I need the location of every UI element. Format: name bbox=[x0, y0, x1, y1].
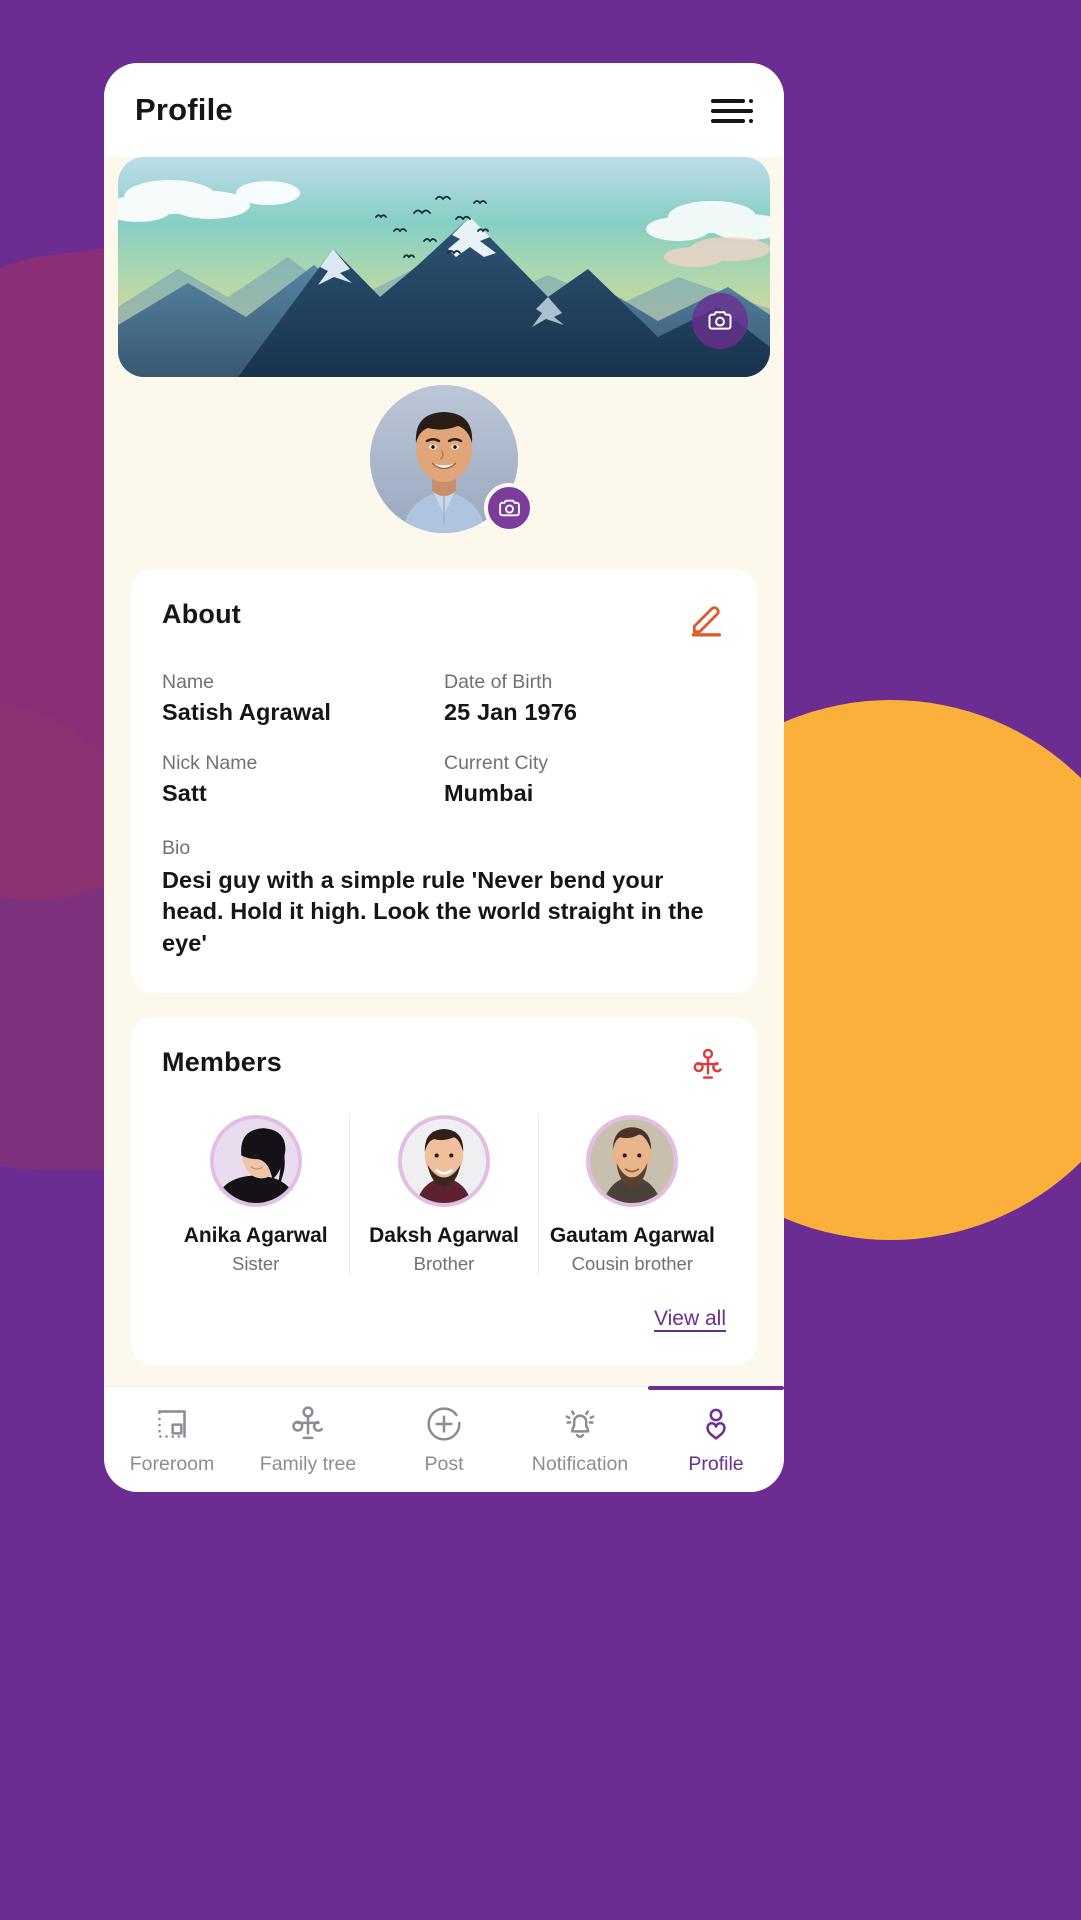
profile-avatar-container bbox=[364, 379, 534, 539]
member-name: Daksh Agarwal bbox=[369, 1223, 519, 1247]
about-field-name: Name Satish Agrawal bbox=[162, 671, 444, 726]
field-label: Name bbox=[162, 671, 215, 693]
cover-camera-button[interactable] bbox=[692, 293, 748, 349]
bottom-navigation: Foreroom Family tree Post Notification P… bbox=[104, 1386, 784, 1492]
nav-label: Notification bbox=[531, 1452, 629, 1475]
field-label: Nick Name bbox=[162, 752, 258, 774]
hamburger-menu-icon[interactable] bbox=[711, 93, 753, 127]
nav-item-profile[interactable]: Profile bbox=[648, 1386, 784, 1492]
edit-pencil-icon[interactable] bbox=[688, 599, 726, 637]
nav-label: Profile bbox=[688, 1452, 744, 1475]
cover-photo-container bbox=[118, 157, 770, 377]
profile-heart-icon bbox=[706, 1408, 726, 1440]
about-card-header: About bbox=[162, 599, 726, 637]
camera-icon bbox=[498, 499, 520, 516]
member-avatar bbox=[586, 1114, 679, 1207]
app-header: Profile bbox=[104, 63, 784, 157]
plus-circle-icon bbox=[427, 1406, 461, 1441]
nav-label: Foreroom bbox=[129, 1452, 215, 1475]
nav-item-notification[interactable]: Notification bbox=[512, 1387, 648, 1492]
field-label: Current City bbox=[444, 752, 549, 774]
nav-item-post[interactable]: Post bbox=[376, 1387, 512, 1492]
cover-photo bbox=[118, 157, 770, 377]
about-title: About bbox=[162, 599, 241, 629]
member-item[interactable]: Daksh Agarwal Brother bbox=[349, 1114, 537, 1275]
about-field-nick-name: Nick Name Satt bbox=[162, 752, 444, 807]
members-card-header: Members bbox=[162, 1047, 726, 1083]
nav-item-family-tree[interactable]: Family tree bbox=[240, 1387, 376, 1492]
about-fields-grid: Name Satish Agrawal Date of Birth 25 Jan… bbox=[162, 671, 726, 807]
nav-item-foreroom[interactable]: Foreroom bbox=[104, 1387, 240, 1492]
about-field-date-of-birth: Date of Birth 25 Jan 1976 bbox=[444, 671, 726, 726]
field-value: 25 Jan 1976 bbox=[444, 699, 578, 725]
field-label: Date of Birth bbox=[444, 671, 553, 693]
field-value: Satish Agrawal bbox=[162, 699, 331, 725]
member-name: Anika Agarwal bbox=[183, 1223, 328, 1247]
bell-icon bbox=[565, 1409, 595, 1438]
about-field-bio: Bio Desi guy with a simple rule 'Never b… bbox=[162, 837, 726, 959]
view-all-link[interactable]: View all bbox=[654, 1307, 726, 1331]
about-card: About Name Satish Agrawal Date of Birth … bbox=[131, 569, 757, 993]
page-title: Profile bbox=[135, 92, 233, 127]
member-item[interactable]: Gautam Agarwal Cousin brother bbox=[537, 1114, 726, 1275]
member-avatar bbox=[209, 1114, 302, 1207]
profile-scroll-area: About Name Satish Agrawal Date of Birth … bbox=[104, 157, 784, 1386]
phone-screen: Profile About Name Satish Agrawal Date o… bbox=[104, 63, 784, 1492]
about-field-current-city: Current City Mumbai bbox=[444, 752, 726, 807]
members-list: Anika Agarwal Sister Daksh Agarwal Broth… bbox=[162, 1114, 726, 1275]
family-tree-icon[interactable] bbox=[690, 1047, 726, 1083]
nav-label: Family tree bbox=[259, 1452, 357, 1475]
member-relation: Cousin brother bbox=[571, 1252, 693, 1274]
field-value: Mumbai bbox=[444, 780, 534, 806]
field-value: Satt bbox=[162, 780, 207, 806]
bio-value: Desi guy with a simple rule 'Never bend … bbox=[162, 867, 704, 956]
members-card: Members Anika Agarwal Sister Daksh Agarw… bbox=[131, 1016, 757, 1365]
members-title: Members bbox=[162, 1046, 282, 1077]
member-name: Gautam Agarwal bbox=[549, 1223, 715, 1247]
member-item[interactable]: Anika Agarwal Sister bbox=[162, 1114, 349, 1275]
member-avatar bbox=[397, 1114, 490, 1207]
family-tree-icon bbox=[292, 1405, 324, 1439]
bio-label: Bio bbox=[162, 837, 191, 859]
member-relation: Sister bbox=[232, 1252, 280, 1274]
camera-icon bbox=[708, 311, 732, 330]
view-all-container: View all bbox=[162, 1307, 726, 1331]
nav-label: Post bbox=[424, 1452, 464, 1475]
avatar-camera-button[interactable] bbox=[484, 483, 534, 533]
foreroom-icon bbox=[158, 1409, 186, 1438]
member-relation: Brother bbox=[413, 1252, 475, 1274]
